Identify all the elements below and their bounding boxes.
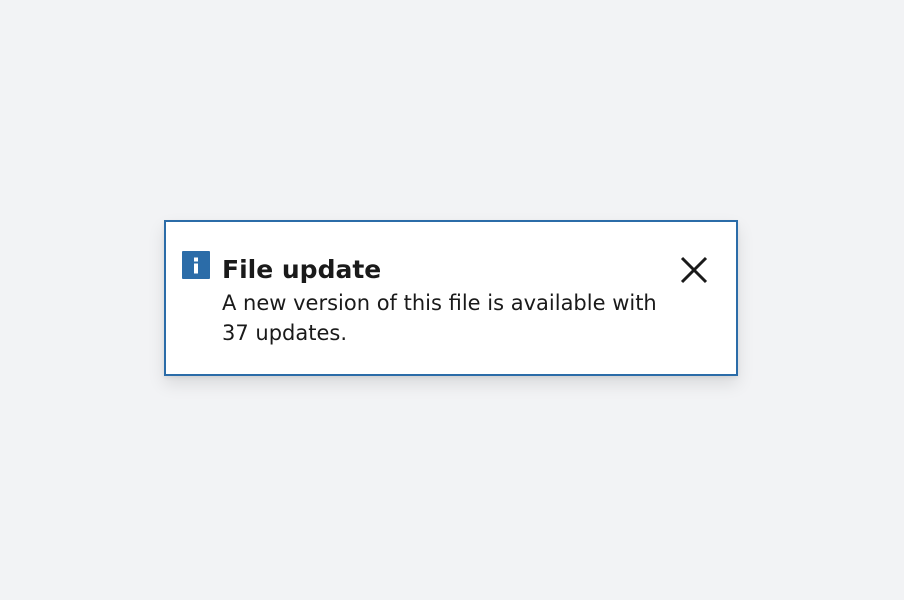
notification-message: A new version of this file is available … xyxy=(222,291,657,345)
close-icon xyxy=(674,250,714,290)
notification-title: File update xyxy=(222,255,382,284)
info-notification: File update A new version of this file i… xyxy=(164,220,738,376)
close-button[interactable] xyxy=(674,250,714,290)
info-icon xyxy=(182,251,210,279)
